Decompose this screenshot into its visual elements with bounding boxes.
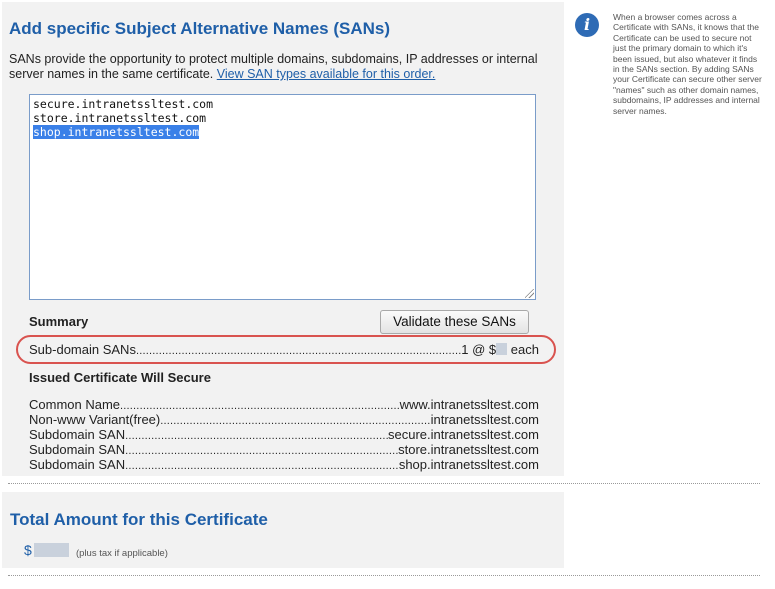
section-divider	[8, 575, 760, 576]
san-entry: store.intranetssltest.com	[33, 111, 207, 125]
san-description: SANs provide the opportunity to protect …	[9, 52, 559, 82]
validate-sans-button[interactable]: Validate these SANs	[380, 310, 529, 334]
leader-dots	[136, 342, 461, 359]
summary-row-label: Sub-domain SANs	[29, 342, 136, 357]
textarea-resize-handle[interactable]	[525, 289, 534, 298]
tax-note: (plus tax if applicable)	[76, 548, 168, 559]
san-textarea[interactable]: secure.intranetssltest.com store.intrane…	[29, 94, 536, 300]
info-icon: i	[575, 13, 599, 37]
issued-certificate-label: Issued Certificate Will Secure	[29, 370, 211, 385]
san-section-heading: Add specific Subject Alternative Names (…	[9, 19, 391, 38]
price-currency: $	[24, 542, 32, 558]
masked-price	[496, 343, 508, 355]
subdomain-sans-summary-row: Sub-domain SANs 1 @ $ each	[29, 342, 539, 359]
san-entry: secure.intranetssltest.com	[33, 97, 214, 111]
issued-row-label: Subdomain SAN	[29, 457, 126, 472]
issued-row: Subdomain SAN shop.intranetssltest.com	[29, 457, 539, 474]
view-san-types-link[interactable]: View SAN types available for this order.	[217, 67, 436, 81]
masked-total-price	[34, 543, 69, 557]
section-divider	[8, 483, 760, 484]
issued-row-value: shop.intranetssltest.com	[398, 457, 539, 472]
san-info-text: When a browser comes across a Certificat…	[613, 12, 762, 116]
san-entry-selected: shop.intranetssltest.com	[33, 125, 200, 139]
summary-label: Summary	[29, 314, 89, 329]
summary-row-value: 1 @ $ each	[461, 342, 539, 357]
leader-dots	[125, 457, 399, 474]
total-amount-heading: Total Amount for this Certificate	[10, 510, 268, 529]
